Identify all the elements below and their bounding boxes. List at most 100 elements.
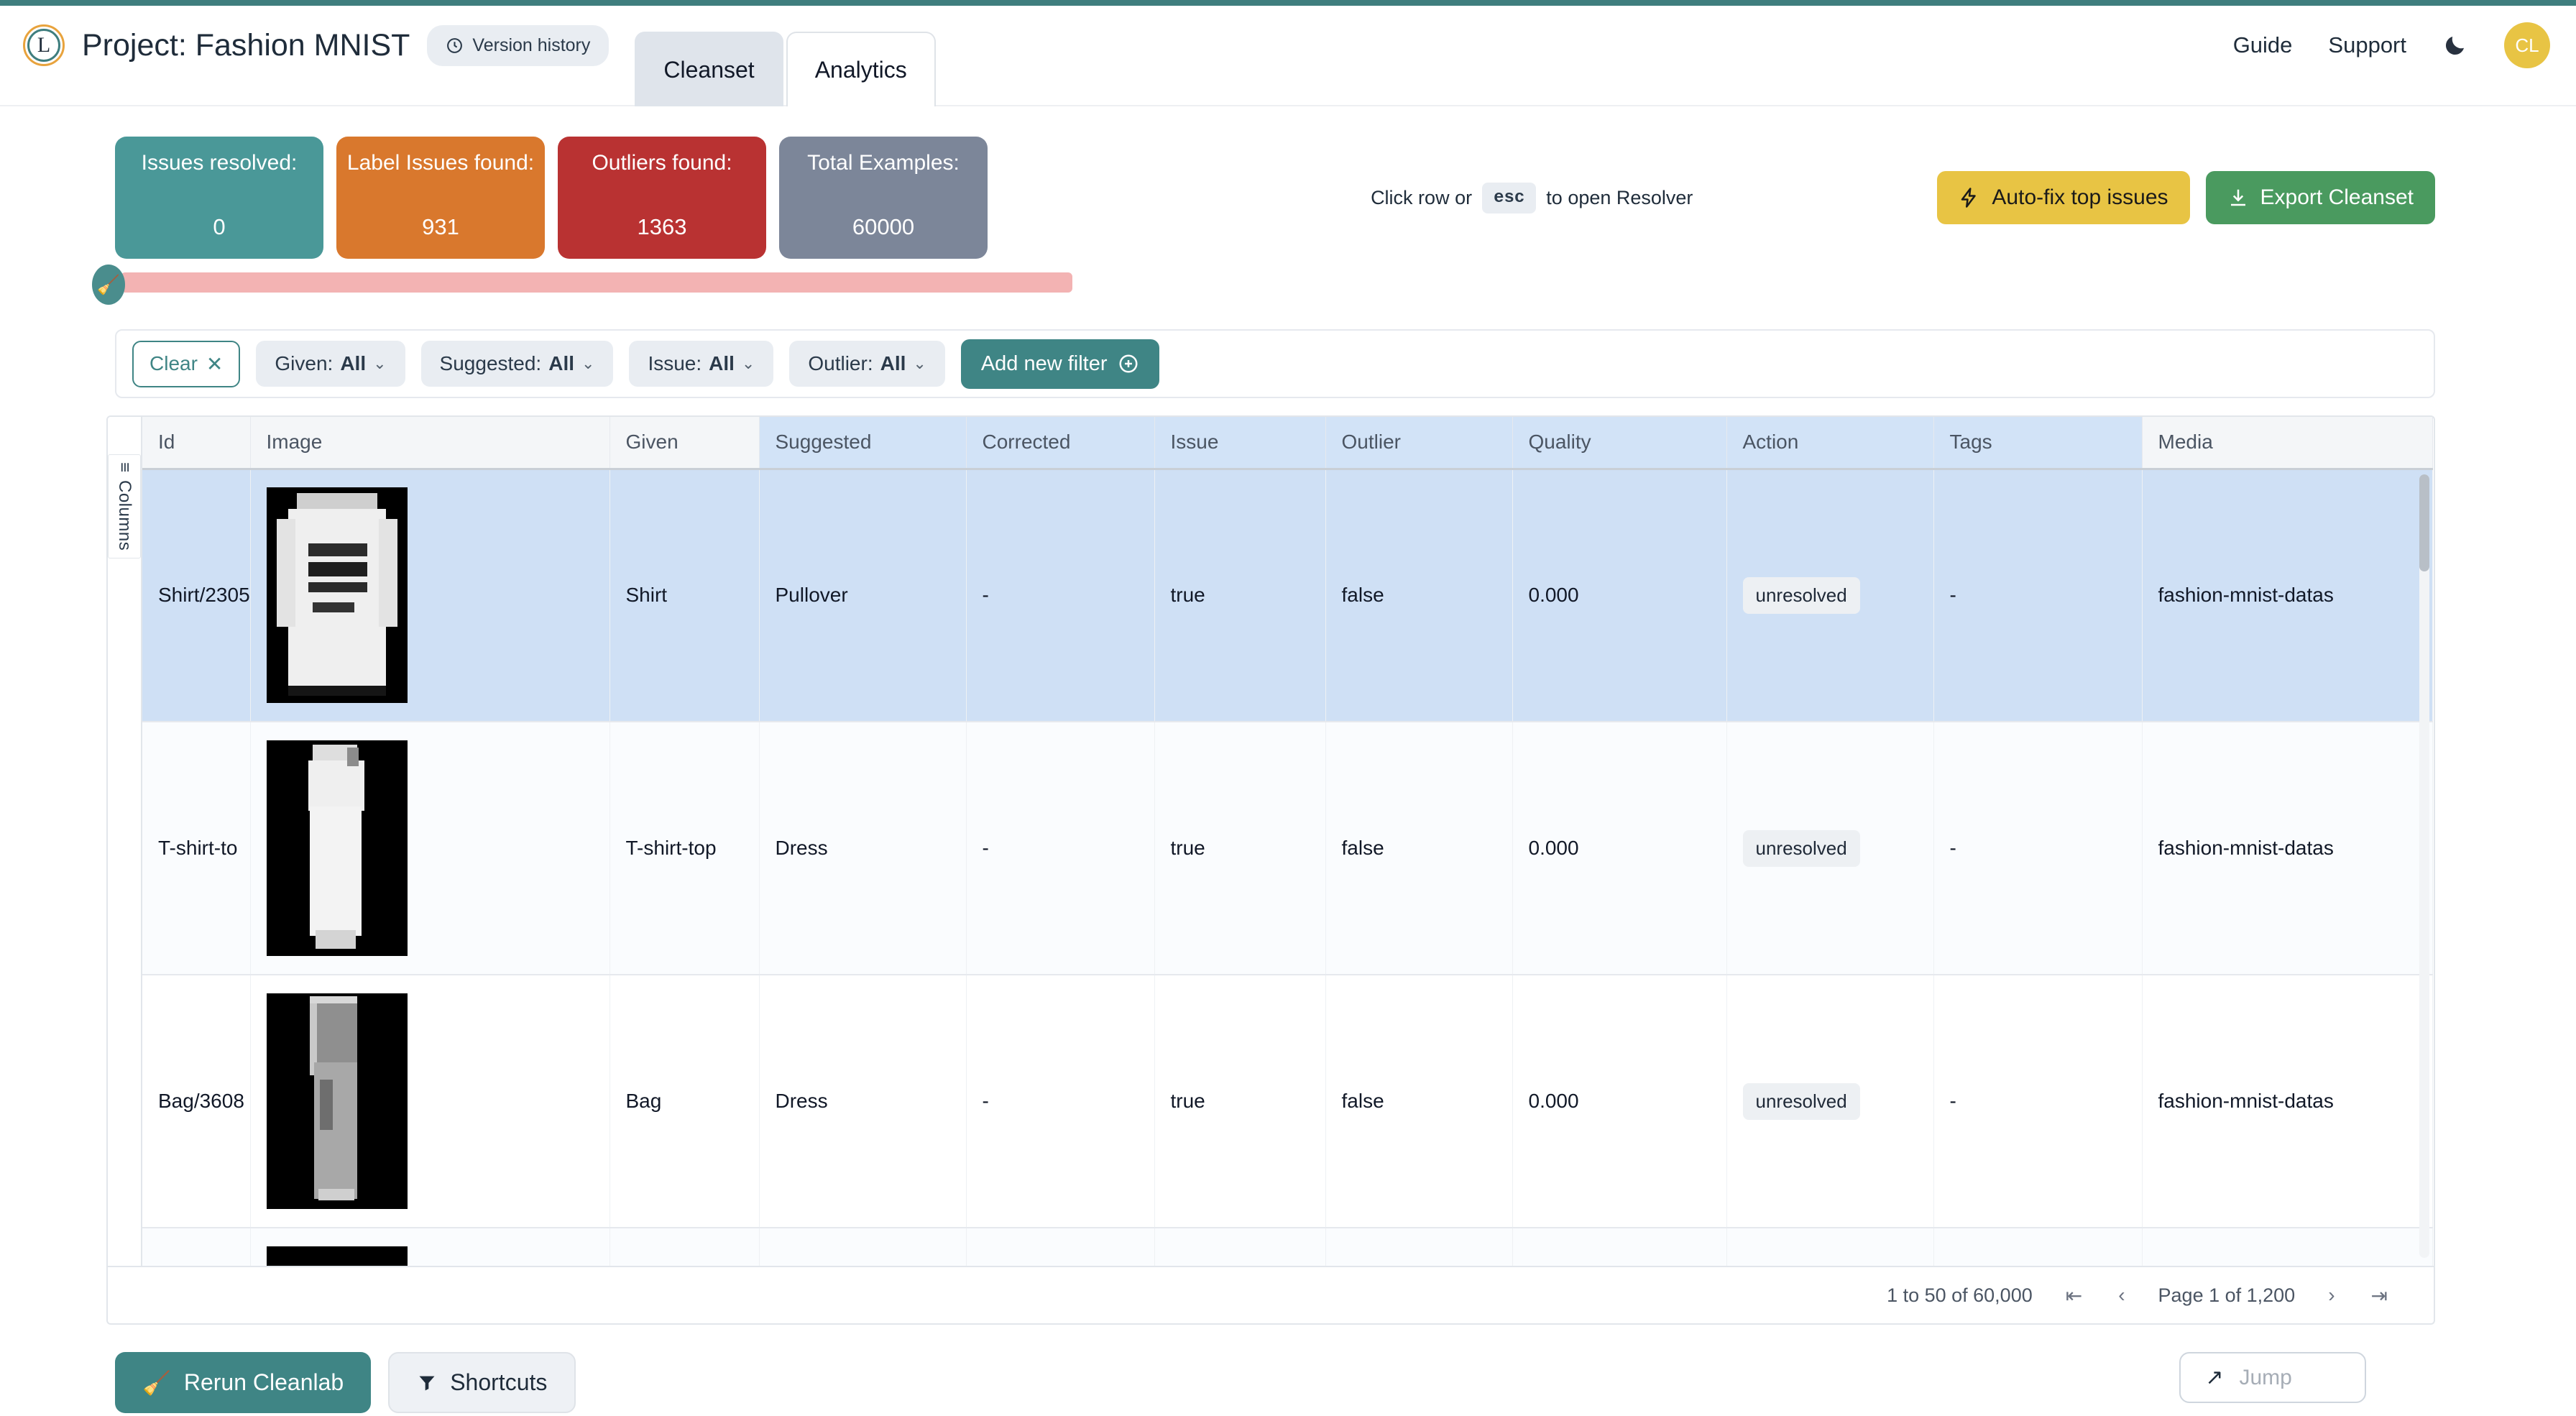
tab-analytics[interactable]: Analytics [786,32,936,106]
table-vertical-scrollbar[interactable] [2419,474,2429,1258]
avatar[interactable]: CL [2504,22,2550,68]
shirt-thumbnail-icon [266,487,408,704]
cell-id: Bag/3608 [142,975,251,1228]
filter-suggested-value: All [548,352,574,374]
cell-corrected: - [966,722,1155,975]
data-table: Id Image Given Suggested Corrected Issue… [142,417,2433,1266]
filter-icon [419,1376,435,1390]
support-link[interactable]: Support [2328,32,2406,58]
cell-quality: 0.000 [1512,469,1727,722]
cell-image[interactable] [250,1228,610,1266]
rerun-label: Rerun Cleanlab [183,1369,344,1395]
table-row[interactable]: Bag/3608 Bag Dress - true false 0.000 un… [142,975,2433,1228]
status-badge: unresolved [1742,1082,1860,1120]
column-header-action[interactable]: Action [1726,417,1934,470]
cell-action: unresolved [1726,722,1934,975]
cell-given [610,1228,760,1266]
column-header-image[interactable]: Image [250,417,610,470]
status-badge: unresolved [1742,576,1860,614]
auto-fix-label: Auto-fix top issues [1992,185,2168,209]
primary-action-buttons: Auto-fix top issues Export Cleanset [1937,171,2435,224]
filter-issue[interactable]: Issue: All ⌄ [629,341,774,387]
cell-id: T-shirt-to [142,722,251,975]
rerun-cleanlab-button[interactable]: 🧹 Rerun Cleanlab [115,1352,372,1413]
filter-outlier-value: All [880,352,906,374]
cell-id [142,1228,251,1266]
auto-fix-top-issues-button[interactable]: Auto-fix top issues [1937,171,2190,224]
clear-filters-button[interactable]: Clear ✕ [132,340,241,387]
add-new-filter-button[interactable]: Add new filter [960,339,1159,389]
version-history-button[interactable]: Version history [427,24,610,66]
column-header-corrected[interactable]: Corrected [966,417,1155,470]
jump-input[interactable]: ↗ Jump [2179,1352,2367,1403]
cell-given: Shirt [610,469,760,722]
table-row[interactable]: T-shirt-to T-shirt-top Dress - true fals… [142,722,2433,975]
top-accent-strip [0,0,2576,6]
column-header-tags[interactable]: Tags [1933,417,2143,470]
cell-tags: - [1933,722,2143,975]
cleanlab-logo-icon: L [23,24,65,66]
export-cleanset-button[interactable]: Export Cleanset [2205,171,2435,224]
download-icon [2230,189,2245,206]
cell-tags [1933,1228,2143,1266]
shortcuts-label: Shortcuts [450,1369,548,1395]
filter-outlier[interactable]: Outlier: All ⌄ [789,341,945,387]
partial-thumbnail-icon [266,1246,408,1266]
cell-given: Bag [610,975,760,1228]
next-page-icon[interactable]: › [2325,1284,2337,1307]
cell-suggested: Pullover [759,469,967,722]
first-page-icon[interactable]: ⇤ [2063,1284,2085,1307]
moon-icon[interactable] [2442,32,2468,58]
table-row[interactable] [142,1228,2433,1266]
table-row[interactable]: Shirt/2305 Shirt Pullover - true false 0… [142,469,2433,722]
prev-page-icon[interactable]: ‹ [2115,1284,2128,1307]
column-header-quality[interactable]: Quality [1512,417,1727,470]
resolver-hint: Click row or esc to open Resolver [1371,182,1693,213]
tab-cleanset[interactable]: Cleanset [635,32,783,106]
column-header-id[interactable]: Id [142,417,251,470]
cell-id: Shirt/2305 [142,469,251,722]
cell-media: fashion-mnist-datas [2142,722,2433,975]
header-left-group: L Project: Fashion MNIST Version history [0,6,610,85]
resolver-hint-prefix: Click row or [1371,186,1473,208]
cell-suggested [759,1228,967,1266]
filter-suggested[interactable]: Suggested: All ⌄ [420,341,614,387]
main-tabs: Cleanset Analytics [635,6,936,106]
shortcuts-button[interactable]: Shortcuts [388,1352,576,1413]
arrow-up-right-icon: ↗ [2205,1366,2224,1389]
guide-link[interactable]: Guide [2233,32,2293,58]
stat-label: Label Issues found: [346,151,535,175]
version-history-label: Version history [472,35,591,55]
filter-given[interactable]: Given: All ⌄ [256,341,405,387]
action-zone: Click row or esc to open Resolver Auto-f… [1371,137,2576,259]
column-header-given[interactable]: Given [610,417,760,470]
cell-image[interactable] [250,722,610,975]
pagination-page-label: Page 1 of 1,200 [2158,1284,2296,1306]
column-header-outlier[interactable]: Outlier [1325,417,1513,470]
stat-value: 60000 [852,214,915,239]
stats-and-actions-row: Issues resolved: 0 Label Issues found: 9… [0,106,2576,259]
last-page-icon[interactable]: ⇥ [2368,1284,2391,1307]
cell-image[interactable] [250,975,610,1228]
cell-action: unresolved [1726,975,1934,1228]
cell-media: fashion-mnist-datas [2142,469,2433,722]
column-header-media[interactable]: Media [2142,417,2433,470]
cell-image[interactable] [250,469,610,722]
clock-icon [447,37,463,53]
cell-issue: true [1154,722,1326,975]
progress-track [121,272,1072,293]
close-icon: ✕ [206,352,224,375]
columns-rail-toggle[interactable]: ≡ Columns [108,417,142,1266]
footer-actions: 🧹 Rerun Cleanlab Shortcuts [0,1352,576,1413]
esc-key-badge: esc [1482,182,1537,213]
cell-outlier: false [1325,469,1513,722]
columns-rail-label: Columns [115,479,134,551]
broom-icon: 🧹 [92,265,125,305]
app-header: L Project: Fashion MNIST Version history… [0,6,2576,106]
scrollbar-thumb[interactable] [2419,474,2429,571]
column-header-suggested[interactable]: Suggested [759,417,967,470]
stat-label: Total Examples: [807,151,960,175]
column-header-issue[interactable]: Issue [1154,417,1326,470]
columns-rail-inner: ≡ Columns [108,454,141,558]
cell-outlier: false [1325,975,1513,1228]
